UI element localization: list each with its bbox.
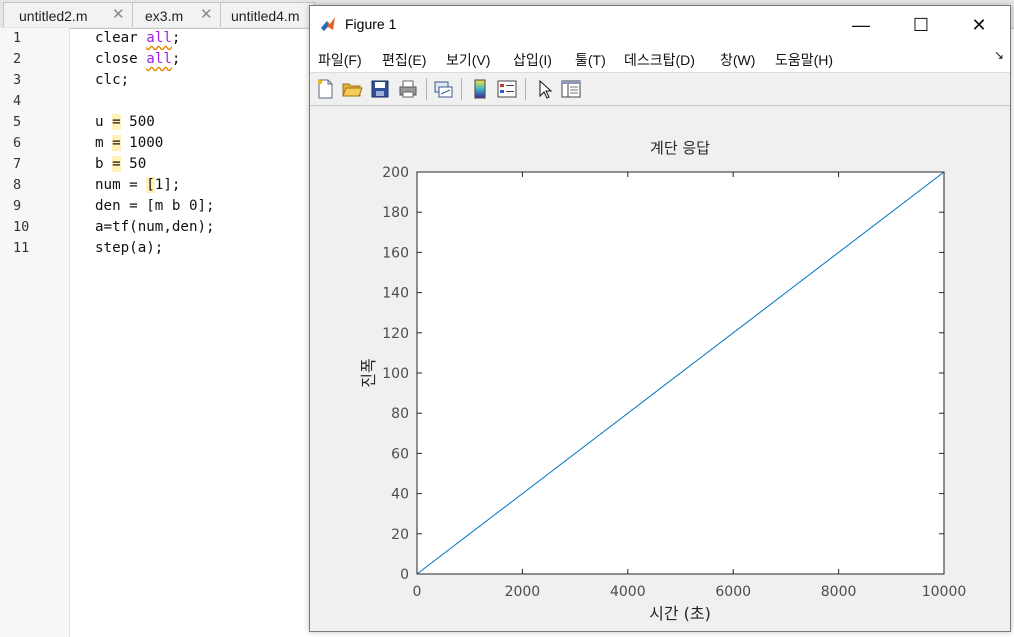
save-icon[interactable] <box>369 78 391 100</box>
code-text: b <box>95 156 113 172</box>
minimize-button[interactable]: — <box>838 10 884 40</box>
menu-tools[interactable]: 툴(T) <box>575 50 606 70</box>
x-axis-label: 시간 (초) <box>649 604 711 623</box>
line-number: 8 <box>13 177 22 193</box>
plot-area[interactable]: 계단 응답 0 2000 4000 6000 8000 10000 0 20 40 60 80 100… <box>310 106 1010 631</box>
figure-title-bar[interactable]: Figure 1 — ☐ ✕ <box>310 6 1010 42</box>
chart-title: 계단 응답 <box>650 139 710 157</box>
code-text: ; <box>171 30 181 46</box>
maximize-button[interactable]: ☐ <box>898 10 944 40</box>
pointer-icon[interactable] <box>534 78 556 100</box>
code-text: m <box>95 135 113 151</box>
new-file-icon[interactable] <box>314 78 336 100</box>
code-line[interactable]: num = [1]; <box>95 177 180 193</box>
toolbar-separator <box>426 78 427 100</box>
tab-untitled2[interactable]: untitled2.m ✕ <box>3 2 133 27</box>
tab-label: untitled4.m <box>231 8 300 24</box>
y-tick-label: 140 <box>382 286 409 302</box>
code-highlight: = <box>112 135 121 151</box>
code-text: 1000 <box>120 135 164 151</box>
code-line[interactable]: den = [m b 0]; <box>95 198 215 214</box>
line-number-gutter: 1 2 3 4 5 6 7 8 9 10 11 <box>0 28 70 637</box>
line-number: 2 <box>13 51 22 67</box>
code-line[interactable]: m = 1000 <box>95 135 163 151</box>
x-tick-label: 2000 <box>505 584 541 600</box>
y-tick-label: 100 <box>382 366 409 382</box>
menu-view[interactable]: 보기(V) <box>446 50 490 70</box>
property-editor-icon[interactable] <box>560 78 582 100</box>
x-tick-label: 10000 <box>922 584 967 600</box>
code-highlight: [ <box>146 177 155 193</box>
code-text: u <box>95 114 113 130</box>
menu-file[interactable]: 파일(F) <box>318 50 362 70</box>
code-line[interactable]: b = 50 <box>95 156 146 172</box>
open-folder-icon[interactable] <box>341 78 363 100</box>
code-text: 1]; <box>154 177 181 193</box>
line-number: 5 <box>13 114 22 130</box>
close-button[interactable]: ✕ <box>956 10 1002 40</box>
code-text: 50 <box>120 156 147 172</box>
legend-icon[interactable] <box>496 78 518 100</box>
code-line[interactable]: clc; <box>95 72 129 88</box>
y-tick-label: 180 <box>382 205 409 221</box>
line-number: 6 <box>13 135 22 151</box>
y-tick-label: 0 <box>400 567 409 583</box>
x-tick-label: 8000 <box>821 584 857 600</box>
toolbar-separator <box>461 78 462 100</box>
menu-desktop[interactable]: 데스크탑(D) <box>624 50 695 70</box>
figure-window: Figure 1 — ☐ ✕ 파일(F) 편집(E) 보기(V) 삽입(I) 툴… <box>309 5 1011 632</box>
dock-arrow-icon[interactable]: ↘ <box>994 48 1004 62</box>
x-tick-label: 4000 <box>610 584 646 600</box>
line-number: 11 <box>13 240 30 256</box>
code-text: ; <box>171 51 181 67</box>
code-line[interactable]: step(a); <box>95 240 163 256</box>
line-number: 7 <box>13 156 22 172</box>
line-number: 1 <box>13 30 22 46</box>
code-keyword: all <box>146 30 172 46</box>
menu-help[interactable]: 도움말(H) <box>775 50 833 70</box>
tab-ex3[interactable]: ex3.m ✕ <box>132 2 221 27</box>
figure-menu-bar: 파일(F) 편집(E) 보기(V) 삽입(I) 툴(T) 데스크탑(D) 창(W… <box>310 42 1010 73</box>
y-tick-label: 40 <box>391 487 409 503</box>
tab-label: untitled2.m <box>19 8 88 24</box>
y-tick-label: 120 <box>382 326 409 342</box>
y-tick-label: 200 <box>382 165 409 181</box>
menu-window[interactable]: 창(W) <box>720 50 755 70</box>
close-icon[interactable]: ✕ <box>112 5 125 23</box>
figure-toolbar <box>310 73 1010 106</box>
line-number: 3 <box>13 72 22 88</box>
code-line[interactable]: close all; <box>95 51 180 67</box>
menu-insert[interactable]: 삽입(I) <box>513 50 552 70</box>
print-icon[interactable] <box>397 78 419 100</box>
code-keyword: all <box>146 51 172 67</box>
tab-label: ex3.m <box>145 8 184 24</box>
code-highlight: = <box>112 114 121 130</box>
y-axis-label: 진폭 <box>359 358 378 387</box>
figure-title: Figure 1 <box>345 16 397 32</box>
code-text: close <box>95 51 147 67</box>
line-number: 4 <box>13 93 22 109</box>
code-line[interactable]: a=tf(num,den); <box>95 219 215 235</box>
y-tick-label: 160 <box>382 245 409 261</box>
close-icon[interactable]: ✕ <box>200 5 213 23</box>
code-text: 500 <box>120 114 155 130</box>
code-highlight: = <box>112 156 121 172</box>
line-number: 9 <box>13 198 22 214</box>
x-tick-label: 0 <box>413 584 422 600</box>
code-line[interactable]: u = 500 <box>95 114 155 130</box>
y-tick-label: 80 <box>391 406 409 422</box>
code-text: clear <box>95 30 147 46</box>
y-tick-label: 20 <box>391 527 409 543</box>
code-line[interactable]: clear all; <box>95 30 180 46</box>
code-text: num = <box>95 177 147 193</box>
toolbar-separator <box>525 78 526 100</box>
x-tick-label: 6000 <box>715 584 751 600</box>
tab-untitled4[interactable]: untitled4.m <box>220 2 315 27</box>
line-number: 10 <box>13 219 30 235</box>
link-plot-icon[interactable] <box>432 78 454 100</box>
matlab-logo-icon <box>319 15 337 33</box>
colorbar-icon[interactable] <box>469 78 491 100</box>
menu-edit[interactable]: 편집(E) <box>382 50 426 70</box>
y-tick-label: 60 <box>391 446 409 462</box>
